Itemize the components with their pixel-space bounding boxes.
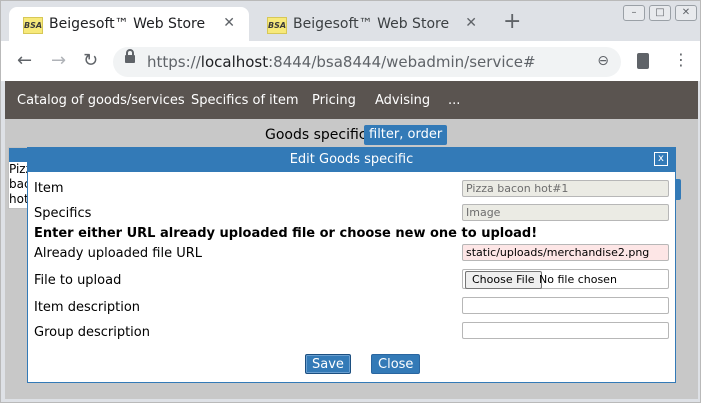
group-description-field[interactable] [462,322,669,339]
tab-inactive[interactable]: BSA Beigesoft™ Web Store Adm ✕ [253,7,491,41]
choose-file-button[interactable]: Choose File [465,271,542,289]
bsa-favicon-icon: BSA [23,17,43,34]
dialog-close-icon[interactable]: x [654,152,668,166]
edit-dialog: Edit Goods specific x Item Specifics Ent… [27,147,676,383]
menu-specifics[interactable]: Specifics of item [191,93,299,108]
dialog-header: Edit Goods specific x [28,148,675,172]
specifics-field[interactable] [462,204,669,221]
url-path: :8444/bsa8444/webadmin/service# [268,53,536,71]
url-label: Already uploaded file URL [34,246,202,261]
forward-arrow-icon[interactable]: → [51,51,66,71]
maximize-icon[interactable]: □ [649,5,671,21]
browser-toolbar: ← → ↻ https://localhost:8444/bsa8444/web… [1,41,700,81]
file-input[interactable]: Choose File No file chosen [462,269,669,289]
zoom-icon[interactable]: ⊖ [597,53,609,69]
close-button[interactable]: Close [371,354,421,374]
lock-icon [125,49,135,63]
bsa-favicon-icon: BSA [267,17,287,34]
save-button[interactable]: Save [305,354,351,374]
reload-icon[interactable]: ↻ [83,51,98,71]
minimize-icon[interactable]: – [623,5,645,21]
window-close-icon[interactable]: ✕ [675,5,697,21]
menu-kebab-icon[interactable]: ⋮ [673,51,689,69]
tab-title: Beigesoft™ Web Store Adm [49,16,209,32]
clipboard-icon[interactable] [637,53,649,69]
upload-instruction: Enter either URL already uploaded file o… [34,226,538,241]
specifics-label: Specifics [34,206,92,221]
file-label: File to upload [34,273,122,288]
back-arrow-icon[interactable]: ← [17,51,32,71]
page-title: Goods specific [265,127,367,143]
item-description-field[interactable] [462,297,669,314]
url-scheme: https:// [147,53,201,71]
no-file-text: No file chosen [539,273,617,286]
url-text: https://localhost:8444/bsa8444/webadmin/… [147,53,536,71]
url-field[interactable] [462,244,669,261]
tab-title: Beigesoft™ Web Store Adm [293,16,453,32]
item-description-label: Item description [34,300,141,315]
menu-pricing[interactable]: Pricing [312,93,356,108]
item-field[interactable] [462,180,669,197]
address-bar[interactable]: https://localhost:8444/bsa8444/webadmin/… [113,47,621,77]
filter-order-button[interactable]: filter, order [364,125,448,145]
close-tab-icon[interactable]: ✕ [465,15,477,31]
close-tab-icon[interactable]: ✕ [223,15,235,31]
tab-active[interactable]: BSA Beigesoft™ Web Store Adm ✕ [9,7,249,41]
main-menu: Catalog of goods/services Specifics of i… [5,81,698,119]
dialog-title: Edit Goods specific [289,152,414,167]
menu-advising[interactable]: Advising [375,93,430,108]
new-tab-button[interactable]: + [503,11,521,33]
menu-catalog[interactable]: Catalog of goods/services [17,93,185,108]
item-label: Item [34,181,64,196]
url-host: localhost [200,53,269,71]
group-description-label: Group description [34,325,150,340]
browser-window: BSA Beigesoft™ Web Store Adm ✕ BSA Beige… [0,0,701,403]
menu-more[interactable]: ... [448,93,460,108]
